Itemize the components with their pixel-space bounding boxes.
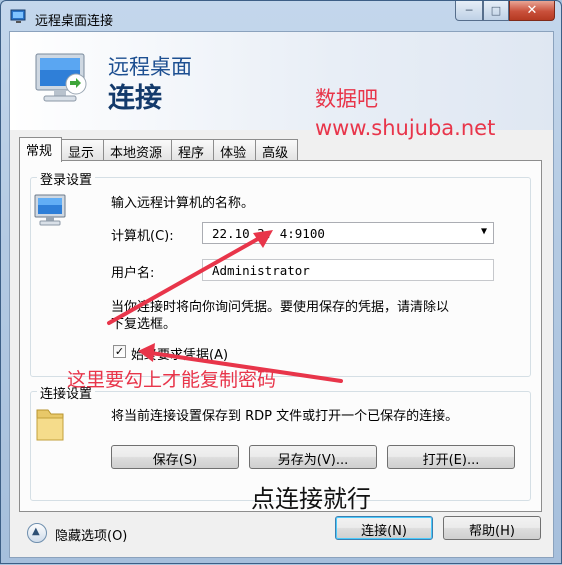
hide-options-label[interactable]: 隐藏选项(O)	[55, 525, 127, 544]
computer-label: 计算机(C):	[111, 229, 174, 244]
username-label: 用户名:	[111, 266, 155, 281]
computer-icon	[34, 194, 66, 226]
minimize-button[interactable]: ─	[455, 1, 483, 21]
connect-button[interactable]: 连接(N)	[335, 516, 433, 540]
remote-desktop-app-icon	[10, 9, 26, 23]
connection-description: 将当前连接设置保存到 RDP 文件或打开一个已保存的连接。	[111, 409, 459, 424]
login-instruction: 输入远程计算机的名称。	[111, 196, 255, 211]
computer-value: 22.10 3. 4:9100	[212, 226, 325, 241]
checkmark-icon: ✓	[114, 345, 125, 358]
watermark-site-url: www.shujuba.net	[315, 116, 496, 140]
help-button[interactable]: 帮助(H)	[443, 516, 541, 540]
tab-experience[interactable]: 体验	[213, 139, 257, 161]
close-button[interactable]: ✕	[509, 1, 555, 21]
annotation-connect-hint: 点连接就行	[251, 485, 371, 513]
window-controls: ─ □ ✕	[455, 1, 555, 21]
remote-desktop-monitor-icon	[35, 53, 87, 102]
annotation-check-hint: 这里要勾上才能复制密码	[67, 369, 277, 391]
computer-dropdown[interactable]: 22.10 3. 4:9100 ▼	[202, 222, 494, 244]
save-as-button[interactable]: 另存为(V)...	[249, 445, 377, 469]
close-icon: ✕	[526, 3, 538, 18]
tab-strip: 常规 显示 本地资源 程序 体验 高级	[19, 137, 299, 162]
banner-title: 连接	[108, 83, 162, 114]
folder-icon	[36, 409, 64, 441]
tab-display[interactable]: 显示	[61, 139, 105, 161]
hide-options-icon[interactable]: ▲	[27, 523, 47, 543]
bottom-bar: ▲ 隐藏选项(O) 连接(N) 帮助(H)	[10, 512, 553, 557]
chevron-down-icon[interactable]: ▼	[481, 226, 487, 237]
watermark-site-name: 数据吧	[315, 87, 378, 111]
maximize-icon: □	[490, 4, 502, 17]
username-field[interactable]: Administrator	[202, 259, 494, 281]
always-ask-credentials-label: 始终要求凭据(A)	[131, 348, 229, 363]
tab-general[interactable]: 常规	[19, 137, 63, 162]
always-ask-credentials-checkbox[interactable]: ✓	[113, 345, 126, 358]
tab-advanced[interactable]: 高级	[255, 139, 299, 161]
username-value: Administrator	[212, 263, 310, 278]
minimize-icon: ─	[465, 4, 473, 17]
window-title: 远程桌面连接	[35, 14, 114, 29]
chevron-up-icon: ▲	[32, 526, 40, 537]
title-bar[interactable]: 远程桌面连接 ─ □ ✕	[1, 1, 561, 31]
login-settings-title: 登录设置	[37, 169, 96, 188]
banner: 远程桌面 连接 数据吧 www.shujuba.net	[10, 32, 553, 140]
open-button[interactable]: 打开(E)...	[387, 445, 515, 469]
maximize-button[interactable]: □	[483, 1, 509, 21]
tab-local-resources[interactable]: 本地资源	[103, 139, 173, 161]
tab-programs[interactable]: 程序	[171, 139, 215, 161]
save-button[interactable]: 保存(S)	[111, 445, 239, 469]
credential-notice-line-2: 下复选框。	[111, 317, 177, 332]
remote-desktop-window: 远程桌面连接 ─ □ ✕ 远程桌面 连接 数据吧 www.shujuba.net	[0, 0, 562, 564]
